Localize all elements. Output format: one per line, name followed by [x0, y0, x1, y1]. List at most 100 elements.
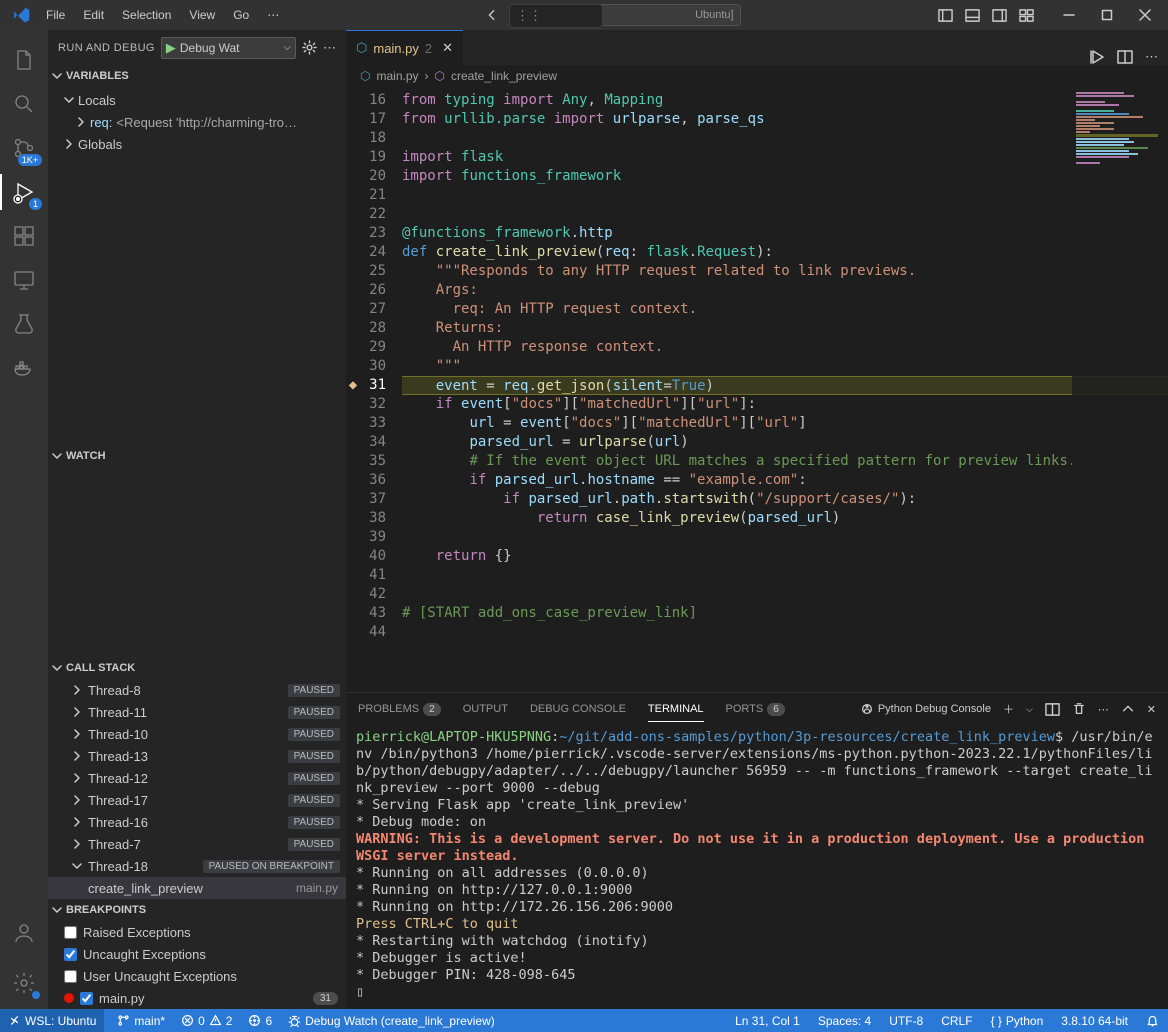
thread-row[interactable]: Thread-8PAUSED: [48, 679, 346, 701]
code-line[interactable]: event = req.get_json(silent=True): [402, 376, 1168, 395]
trash-icon[interactable]: [1072, 702, 1086, 716]
debug-config-dropdown[interactable]: ▶ Debug Wat ⌵: [161, 37, 296, 59]
code-line[interactable]: [402, 129, 1168, 148]
explorer-tab[interactable]: [0, 38, 48, 82]
code-line[interactable]: if parsed_url.path.startswith("/support/…: [402, 490, 1168, 509]
thread-row[interactable]: Thread-16PAUSED: [48, 811, 346, 833]
code-content[interactable]: from typing import Any, Mappingfrom urll…: [402, 87, 1168, 692]
code-line[interactable]: """Responds to any HTTP request related …: [402, 262, 1168, 281]
nav-back-icon[interactable]: [485, 8, 499, 22]
bp-user-uncaught[interactable]: User Uncaught Exceptions: [48, 965, 346, 987]
git-branch[interactable]: main*: [114, 1014, 168, 1028]
split-editor-icon[interactable]: [1117, 49, 1133, 65]
code-line[interactable]: return case_link_preview(parsed_url): [402, 509, 1168, 528]
tab-main-py[interactable]: ⬡ main.py 2 ✕: [346, 30, 463, 65]
code-line[interactable]: return {}: [402, 547, 1168, 566]
debug-console-tab[interactable]: DEBUG CONSOLE: [530, 697, 626, 721]
code-line[interactable]: def create_link_preview(req: flask.Reque…: [402, 243, 1168, 262]
remote-explorer-tab[interactable]: [0, 258, 48, 302]
bp-uncaught[interactable]: Uncaught Exceptions: [48, 943, 346, 965]
debug-status[interactable]: Debug Watch (create_link_preview): [285, 1014, 498, 1028]
more-icon[interactable]: ⋯: [323, 40, 336, 56]
code-line[interactable]: if parsed_url.hostname == "example.com":: [402, 471, 1168, 490]
testing-tab[interactable]: [0, 302, 48, 346]
breadcrumbs[interactable]: ⬡ main.py › ⬡ create_link_preview: [346, 65, 1168, 87]
layout-right-icon[interactable]: [992, 8, 1007, 23]
output-tab[interactable]: OUTPUT: [463, 697, 508, 721]
python-version[interactable]: 3.8.10 64-bit: [1058, 1014, 1131, 1028]
code-line[interactable]: import functions_framework: [402, 167, 1168, 186]
code-line[interactable]: # [START add_ons_case_preview_link]: [402, 604, 1168, 623]
encoding[interactable]: UTF-8: [886, 1014, 926, 1028]
close-panel-icon[interactable]: ✕: [1147, 703, 1156, 716]
eol[interactable]: CRLF: [938, 1014, 975, 1028]
code-line[interactable]: """: [402, 357, 1168, 376]
globals-scope[interactable]: Globals: [48, 133, 346, 155]
split-terminal-icon[interactable]: [1045, 702, 1060, 717]
menu-edit[interactable]: Edit: [75, 4, 112, 26]
code-line[interactable]: [402, 623, 1168, 642]
cursor-position[interactable]: Ln 31, Col 1: [732, 1014, 803, 1028]
layout-left-icon[interactable]: [938, 8, 953, 23]
bp-file[interactable]: main.py31: [48, 987, 346, 1009]
code-line[interactable]: from typing import Any, Mapping: [402, 91, 1168, 110]
watch-section[interactable]: WATCH: [48, 445, 346, 467]
remote-indicator[interactable]: WSL: Ubuntu: [0, 1009, 104, 1032]
code-line[interactable]: An HTTP response context.: [402, 338, 1168, 357]
bp-user-uncaught-check[interactable]: [64, 970, 77, 983]
code-line[interactable]: parsed_url = urlparse(url): [402, 433, 1168, 452]
accounts-tab[interactable]: [0, 911, 48, 955]
terminal-dropdown-icon[interactable]: ⌵: [1026, 704, 1033, 715]
maximize-button[interactable]: [1088, 0, 1126, 30]
ports-status[interactable]: 6: [245, 1014, 275, 1028]
layout-bottom-icon[interactable]: [965, 8, 980, 23]
customize-layout-icon[interactable]: [1019, 8, 1034, 23]
bp-raised-check[interactable]: [64, 926, 77, 939]
menu-more[interactable]: ⋯: [259, 4, 287, 26]
code-line[interactable]: Args:: [402, 281, 1168, 300]
indentation[interactable]: Spaces: 4: [815, 1014, 874, 1028]
new-terminal-icon[interactable]: ＋: [1003, 701, 1014, 717]
thread-row[interactable]: Thread-12PAUSED: [48, 767, 346, 789]
menu-selection[interactable]: Selection: [114, 4, 179, 26]
editor-more-icon[interactable]: ⋯: [1145, 49, 1158, 65]
minimize-button[interactable]: [1050, 0, 1088, 30]
source-control-tab[interactable]: 1K+: [0, 126, 48, 170]
code-line[interactable]: [402, 566, 1168, 585]
code-line[interactable]: [402, 585, 1168, 604]
docker-tab[interactable]: [0, 346, 48, 390]
terminal-tab[interactable]: TERMINAL: [648, 697, 704, 722]
thread-row[interactable]: Thread-17PAUSED: [48, 789, 346, 811]
variable-req[interactable]: req: <Request 'http://charming-tro…: [48, 111, 346, 133]
code-line[interactable]: # If the event object URL matches a spec…: [402, 452, 1168, 471]
breakpoints-section[interactable]: BREAKPOINTS: [48, 899, 346, 921]
problems-status[interactable]: 0 2: [178, 1014, 235, 1028]
language-mode[interactable]: { }Python: [988, 1014, 1047, 1028]
extensions-tab[interactable]: [0, 214, 48, 258]
code-line[interactable]: from urllib.parse import urlparse, parse…: [402, 110, 1168, 129]
gear-icon[interactable]: [302, 40, 317, 55]
locals-scope[interactable]: Locals: [48, 89, 346, 111]
minimap[interactable]: [1072, 87, 1168, 692]
panel-more-icon[interactable]: ⋯: [1098, 703, 1109, 716]
code-line[interactable]: if event["docs"]["matchedUrl"]["url"]:: [402, 395, 1168, 414]
terminal-profile[interactable]: Python Debug Console: [860, 702, 991, 716]
close-tab-icon[interactable]: ✕: [442, 40, 453, 56]
code-editor[interactable]: 16171819202122232425262728293031◆3233343…: [346, 87, 1168, 692]
notifications-icon[interactable]: [1143, 1014, 1162, 1028]
code-line[interactable]: [402, 205, 1168, 224]
code-line[interactable]: req: An HTTP request context.: [402, 300, 1168, 319]
menu-go[interactable]: Go: [225, 4, 257, 26]
menu-view[interactable]: View: [181, 4, 223, 26]
thread-row[interactable]: Thread-11PAUSED: [48, 701, 346, 723]
search-tab[interactable]: [0, 82, 48, 126]
menu-file[interactable]: File: [38, 4, 73, 26]
thread-row[interactable]: Thread-10PAUSED: [48, 723, 346, 745]
debug-toolbar[interactable]: ⋮⋮: [509, 4, 603, 28]
start-debug-icon[interactable]: ▶: [166, 40, 176, 56]
code-line[interactable]: [402, 528, 1168, 547]
stack-frame[interactable]: create_link_preview main.py: [48, 877, 346, 899]
code-line[interactable]: Returns:: [402, 319, 1168, 338]
code-line[interactable]: [402, 186, 1168, 205]
ports-tab[interactable]: PORTS6: [726, 697, 785, 721]
